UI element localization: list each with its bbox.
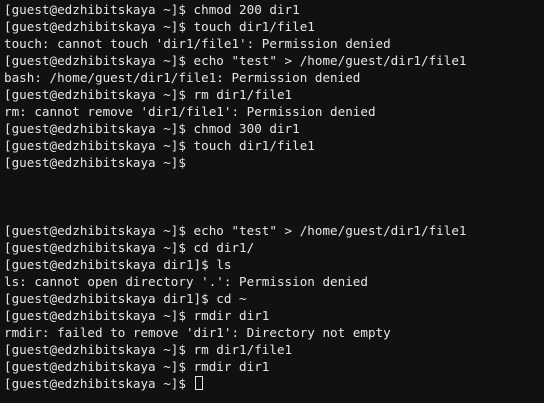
- terminal-line: [guest@edzhibitskaya ~]$ touch dir1/file…: [4, 19, 315, 34]
- terminal-line: [guest@edzhibitskaya ~]$ rmdir dir1: [4, 359, 270, 374]
- terminal-line: [guest@edzhibitskaya dir1]$ ls: [4, 257, 232, 272]
- terminal-line: [guest@edzhibitskaya ~]$ echo "test" > /…: [4, 223, 467, 238]
- terminal-line: [guest@edzhibitskaya ~]$: [4, 155, 186, 170]
- terminal-line: [guest@edzhibitskaya ~]$ chmod 300 dir1: [4, 121, 300, 136]
- terminal-line: [guest@edzhibitskaya ~]$ rm dir1/file1: [4, 87, 293, 102]
- terminal-line: [guest@edzhibitskaya dir1]$ cd ~: [4, 291, 247, 306]
- terminal-line: rmdir: failed to remove 'dir1': Director…: [4, 325, 391, 340]
- text-cursor: [194, 376, 203, 390]
- terminal-window[interactable]: [guest@edzhibitskaya ~]$ chmod 200 dir1 …: [0, 0, 544, 403]
- terminal-line: touch: cannot touch 'dir1/file1': Permis…: [4, 36, 391, 51]
- terminal-line: [guest@edzhibitskaya ~]$ touch dir1/file…: [4, 138, 315, 153]
- terminal-line: ls: cannot open directory '.': Permissio…: [4, 274, 368, 289]
- terminal-line: [guest@edzhibitskaya ~]$ chmod 200 dir1: [4, 2, 300, 17]
- terminal-line: [guest@edzhibitskaya ~]$ cd dir1/: [4, 240, 255, 255]
- terminal-line: rm: cannot remove 'dir1/file1': Permissi…: [4, 104, 376, 119]
- terminal-prompt: [guest@edzhibitskaya ~]$: [4, 376, 194, 391]
- terminal-prompt-line[interactable]: [guest@edzhibitskaya ~]$: [4, 375, 203, 392]
- terminal-line: [guest@edzhibitskaya ~]$ rmdir dir1: [4, 308, 270, 323]
- terminal-line: [guest@edzhibitskaya ~]$ rm dir1/file1: [4, 342, 293, 357]
- terminal-line: bash: /home/guest/dir1/file1: Permission…: [4, 70, 361, 85]
- terminal-line: [guest@edzhibitskaya ~]$ echo "test" > /…: [4, 53, 467, 68]
